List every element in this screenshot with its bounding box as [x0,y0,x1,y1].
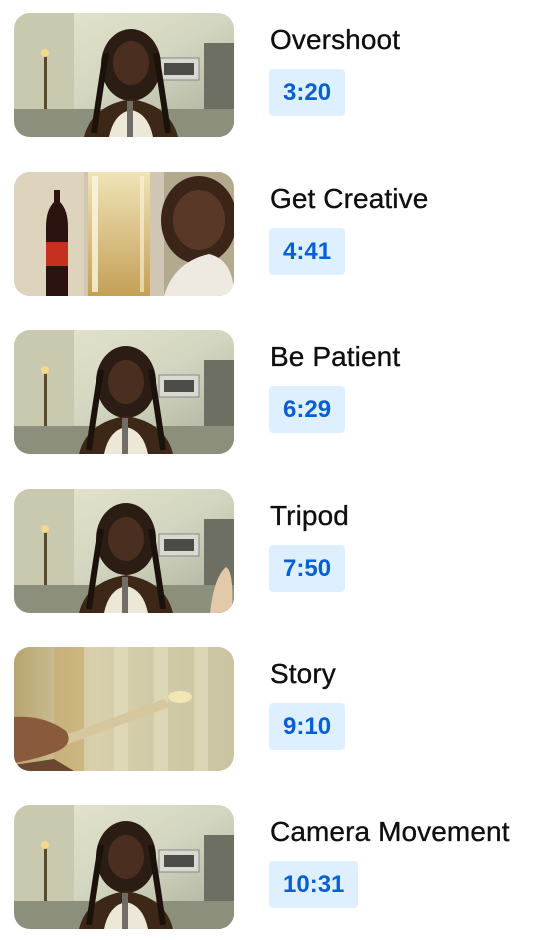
person-in-kitchen-thumbnail[interactable] [14,805,234,929]
timestamp-link[interactable]: 3:20 [269,69,346,116]
hand-holding-whisk-thumbnail[interactable] [14,647,234,771]
timestamp-link[interactable]: 10:31 [269,861,359,908]
chapter-item[interactable]: Tripod 7:50 [0,476,556,613]
timestamp-link[interactable]: 9:10 [269,703,346,750]
chapter-title: Overshoot [270,24,401,55]
champagne-glass-thumbnail[interactable] [14,172,234,296]
timestamp-link[interactable]: 4:41 [269,228,346,275]
chapter-item[interactable]: Overshoot 3:20 [0,0,556,137]
person-in-kitchen-thumbnail[interactable] [14,13,234,137]
chapter-item[interactable]: Camera Movement 10:31 [0,792,556,929]
chapter-list: Overshoot 3:20 Get Creative 4:41 Be Pati… [0,0,556,940]
chapter-item[interactable]: Get Creative 4:41 [0,159,556,296]
chapter-title: Tripod [270,500,349,531]
timestamp-link[interactable]: 7:50 [269,545,346,592]
chapter-title: Camera Movement [270,816,510,847]
timestamp-link[interactable]: 6:29 [269,386,346,433]
chapter-item[interactable]: Be Patient 6:29 [0,317,556,454]
chapter-title: Story [270,658,336,689]
person-in-kitchen-thumbnail[interactable] [14,489,234,613]
chapter-title: Get Creative [270,183,429,214]
chapter-title: Be Patient [270,341,401,372]
person-in-kitchen-thumbnail[interactable] [14,330,234,454]
chapter-item[interactable]: Story 9:10 [0,634,556,771]
